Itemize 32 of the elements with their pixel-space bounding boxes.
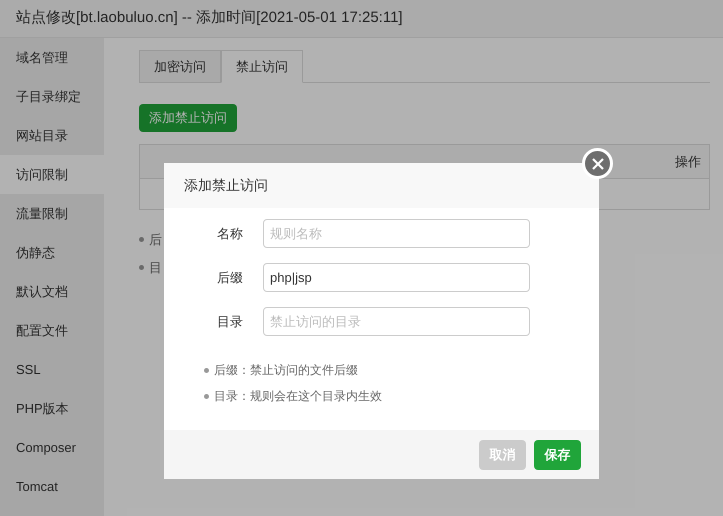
sidebar-item[interactable]: 默认文档 <box>0 272 104 311</box>
sidebar-item[interactable]: 域名管理 <box>0 38 104 77</box>
tab[interactable]: 禁止访问 <box>221 50 303 83</box>
field-label: 后缀 <box>216 268 243 287</box>
bullet-icon <box>139 237 144 242</box>
close-icon <box>592 158 604 170</box>
bullet-icon <box>204 368 209 372</box>
input-field[interactable]: 禁止访问的目录 <box>263 307 530 336</box>
sidebar-item[interactable]: 流量限制 <box>0 194 104 233</box>
sidebar-item[interactable]: Tomcat <box>0 467 104 506</box>
input-field[interactable]: 规则名称 <box>263 219 530 248</box>
input-field[interactable]: php|jsp <box>263 263 530 292</box>
field-label: 名称 <box>216 224 243 243</box>
sidebar-item[interactable]: PHP版本 <box>0 389 104 428</box>
sidebar-item[interactable]: 配置文件 <box>0 311 104 350</box>
hint-text: 后缀：禁止访问的文件后缀 <box>214 362 358 379</box>
sidebar-item[interactable]: SSL <box>0 350 104 389</box>
window-title: 站点修改[bt.laobuluo.cn] -- 添加时间[2021-05-01 17:25:11] <box>0 0 723 38</box>
sidebar-item[interactable]: 子目录绑定 <box>0 77 104 116</box>
tab[interactable]: 加密访问 <box>139 50 221 83</box>
hint-text: 目录：规则会在这个目录内生效 <box>214 388 382 405</box>
bullet-icon <box>204 394 209 398</box>
sidebar-item[interactable]: 网站目录 <box>0 116 104 155</box>
note-text: 目 <box>149 258 162 276</box>
note-text: 后 <box>149 231 162 249</box>
sidebar-item[interactable]: 伪静态 <box>0 233 104 272</box>
bullet-icon <box>139 264 144 270</box>
column-header: 操作 <box>674 152 701 171</box>
sidebar-item[interactable]: Composer <box>0 428 104 467</box>
sidebar-item[interactable]: 访问限制 <box>0 155 104 194</box>
dialog-title: 添加禁止访问 <box>164 163 599 208</box>
field-label: 目录 <box>216 312 243 331</box>
